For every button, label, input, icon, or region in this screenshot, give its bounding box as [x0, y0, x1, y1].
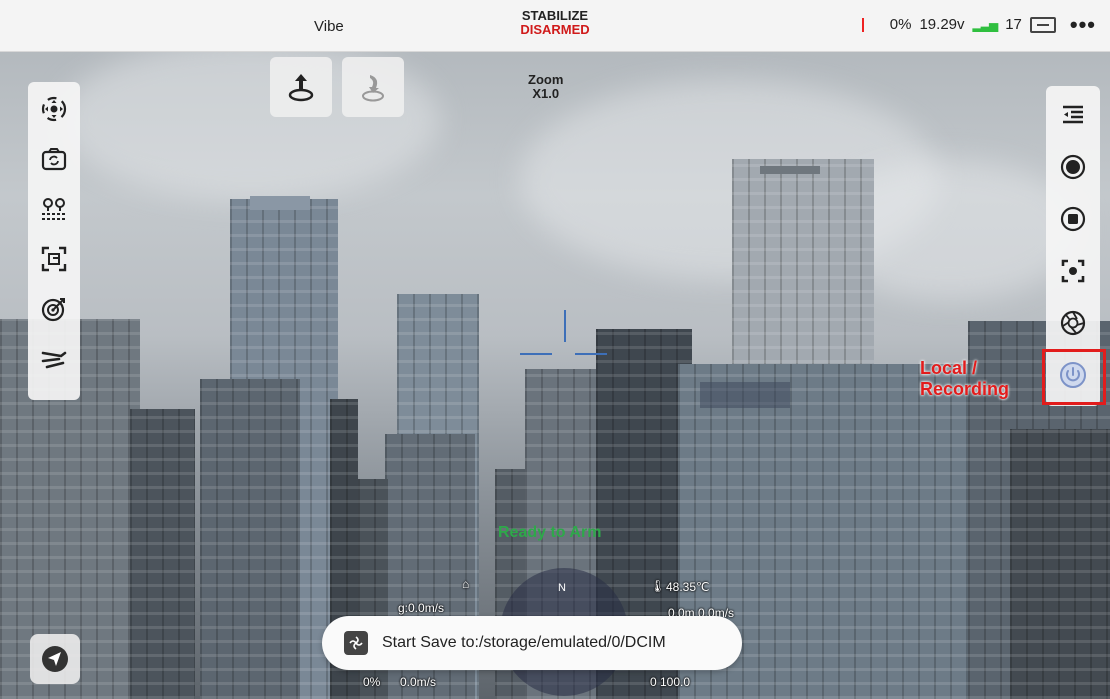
annotation-line-2: Recording: [920, 379, 1010, 399]
focus-frame-icon: [41, 246, 67, 272]
status-bar: Vibe STABILIZE DISARMED 0% 19.29v ▂▃▅ 17…: [0, 0, 1110, 52]
navigation-button[interactable]: [30, 634, 80, 684]
waypoint-button[interactable]: [37, 192, 71, 226]
save-toast: Start Save to:/storage/emulated/0/DCIM: [322, 616, 742, 670]
camera-switch-icon: [41, 148, 67, 171]
focus-frame-button[interactable]: [37, 242, 71, 276]
target-track-icon: [41, 298, 65, 322]
waypoint-icon: [42, 198, 66, 220]
flight-mode-indicator[interactable]: STABILIZE DISARMED: [480, 9, 630, 37]
arm-state: DISARMED: [520, 22, 590, 37]
voltage: 19.29v: [919, 16, 965, 33]
toast-message: Start Save to:/storage/emulated/0/DCIM: [382, 634, 666, 651]
focus-point-icon: [1061, 259, 1085, 283]
aperture-button[interactable]: [1055, 304, 1091, 342]
battery-percent: 0%: [889, 16, 912, 33]
capture-photo-button[interactable]: [1055, 148, 1091, 186]
flight-mode: STABILIZE: [521, 8, 589, 23]
capture-photo-icon: [1060, 154, 1086, 180]
satellite-count: 17: [1005, 16, 1022, 33]
recording-annotation: Local / Recording: [920, 358, 1009, 400]
return-home-button[interactable]: [342, 57, 404, 117]
aperture-icon: [1060, 310, 1086, 336]
flight-path-button[interactable]: [37, 342, 71, 376]
arm-status: Ready to Arm: [498, 524, 602, 541]
recording-highlight-box: [1042, 349, 1106, 405]
flight-path-icon: [41, 351, 67, 369]
battery-icon: [861, 17, 882, 32]
signal-bars-icon: ▂▃▅: [972, 17, 999, 32]
zoom-indicator: Zoom X1.0: [528, 73, 563, 101]
camera-switch-button[interactable]: [37, 142, 71, 176]
app-name: Vibe: [314, 18, 344, 35]
stop-record-button[interactable]: [1055, 200, 1091, 238]
home-icon: ⌂: [462, 577, 470, 591]
annotation-line-1: Local /: [920, 358, 978, 378]
vertical-speed: 0.0m/s: [400, 675, 437, 689]
return-home-icon: [362, 75, 384, 102]
gimbal-center-icon: [41, 96, 67, 122]
navigation-arrow-icon: [42, 646, 68, 672]
takeoff-button[interactable]: [270, 57, 332, 117]
takeoff-icon: [288, 74, 314, 102]
ground-speed: g:0.0m/s: [398, 601, 445, 615]
temperature-icon: 🌡: [650, 579, 666, 593]
menu-collapse-icon: [1063, 105, 1083, 124]
remote-controller-icon[interactable]: [1029, 16, 1056, 33]
focus-point-button[interactable]: [1055, 252, 1091, 290]
compass-north: N: [558, 582, 566, 594]
menu-collapse-button[interactable]: [1055, 96, 1091, 134]
battery-telemetry: 0 100.0: [650, 675, 691, 689]
app-logo-icon: [344, 631, 368, 655]
gimbal-center-button[interactable]: [37, 92, 71, 126]
target-track-button[interactable]: [37, 292, 71, 326]
zoom-value: X1.0: [532, 86, 560, 101]
left-toolbar: [28, 82, 80, 400]
more-dots-icon[interactable]: •••: [1070, 13, 1096, 35]
temperature: 48.35℃: [666, 580, 710, 594]
status-indicators: 0% 19.29v ▂▃▅ 17 •••: [861, 13, 1096, 35]
zoom-label: Zoom: [528, 72, 564, 87]
throttle: 0%: [363, 675, 381, 689]
stop-record-icon: [1060, 206, 1086, 232]
